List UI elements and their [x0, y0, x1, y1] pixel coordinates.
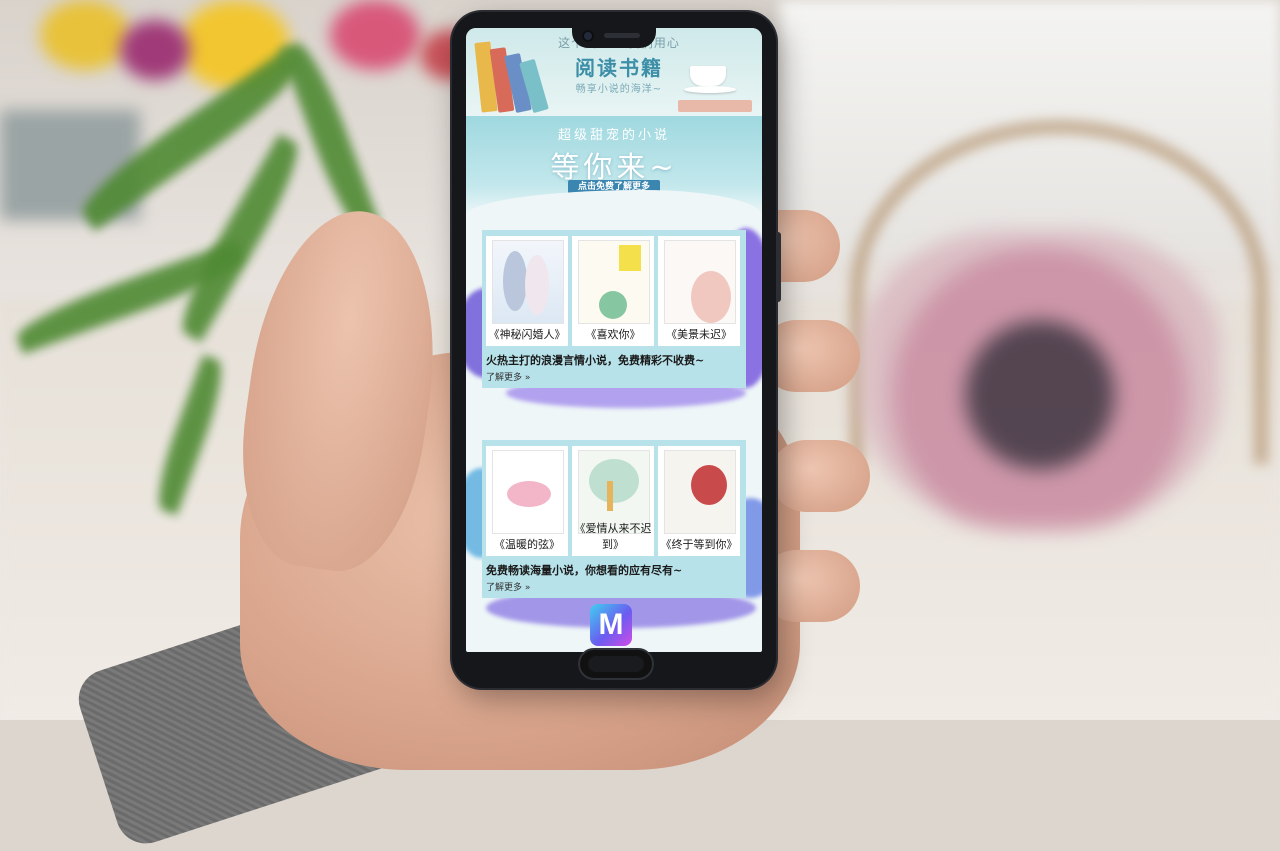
smartphone: 这个夏天 让我们用心 阅读书籍 畅享小说的海洋~ 超级甜宠的小说 等你来~ 点击… — [452, 12, 781, 688]
book-section-romance: 《神秘闪婚人》 《喜欢你》 《美景未迟》 火热主打的浪漫言情小说，免费精彩不收费… — [482, 230, 746, 388]
book-title: 《喜欢你》 — [585, 328, 641, 341]
book-title: 《爱情从来不迟到》 — [574, 522, 652, 551]
book-cover — [492, 240, 564, 324]
book-card[interactable]: 《喜欢你》 — [572, 236, 654, 346]
camera-icon — [582, 30, 594, 42]
learn-more-link[interactable]: 了解更多 » — [486, 370, 530, 383]
book-title: 《终于等到你》 — [660, 538, 738, 551]
app-logo[interactable]: M — [590, 604, 632, 646]
book-cover — [664, 450, 736, 534]
book-title: 《神秘闪婚人》 — [488, 328, 566, 341]
book-card[interactable]: 《温暖的弦》 — [486, 446, 568, 556]
book-card[interactable]: 《神秘闪婚人》 — [486, 236, 568, 346]
book-card[interactable]: 《美景未迟》 — [658, 236, 740, 346]
banner-subtitle: 畅享小说的海洋~ — [575, 84, 663, 95]
phone-notch — [572, 26, 656, 48]
power-button — [776, 232, 781, 302]
wave-divider — [466, 190, 762, 216]
learn-more-link[interactable]: 了解更多 » — [486, 580, 530, 593]
speaker-grille — [604, 33, 640, 38]
book-cover — [664, 240, 736, 324]
book-section-free: 《温暖的弦》 《爱情从来不迟到》 《终于等到你》 免费畅读海量小说，你想看的应有… — [482, 440, 746, 598]
section-description: 火热主打的浪漫言情小说，免费精彩不收费~ — [486, 354, 705, 367]
section-description: 免费畅读海量小说，你想看的应有尽有~ — [486, 564, 683, 577]
promo-subtitle: 超级甜宠的小说 — [557, 128, 670, 143]
book-cover — [492, 450, 564, 534]
book-card[interactable]: 《终于等到你》 — [658, 446, 740, 556]
books-illustration — [474, 32, 549, 118]
book-cover — [578, 240, 650, 324]
teacup-illustration — [684, 66, 738, 96]
promo-banner: 超级甜宠的小说 等你来~ 点击免费了解更多 — [466, 116, 762, 216]
book-card[interactable]: 《爱情从来不迟到》 — [572, 446, 654, 556]
book-title: 《温暖的弦》 — [494, 538, 560, 551]
banner-title: 阅读书籍 — [575, 56, 663, 80]
book-illustration — [678, 100, 752, 112]
phone-screen: 这个夏天 让我们用心 阅读书籍 畅享小说的海洋~ 超级甜宠的小说 等你来~ 点击… — [466, 28, 762, 652]
home-button[interactable] — [578, 648, 654, 680]
book-title: 《美景未迟》 — [666, 328, 732, 341]
